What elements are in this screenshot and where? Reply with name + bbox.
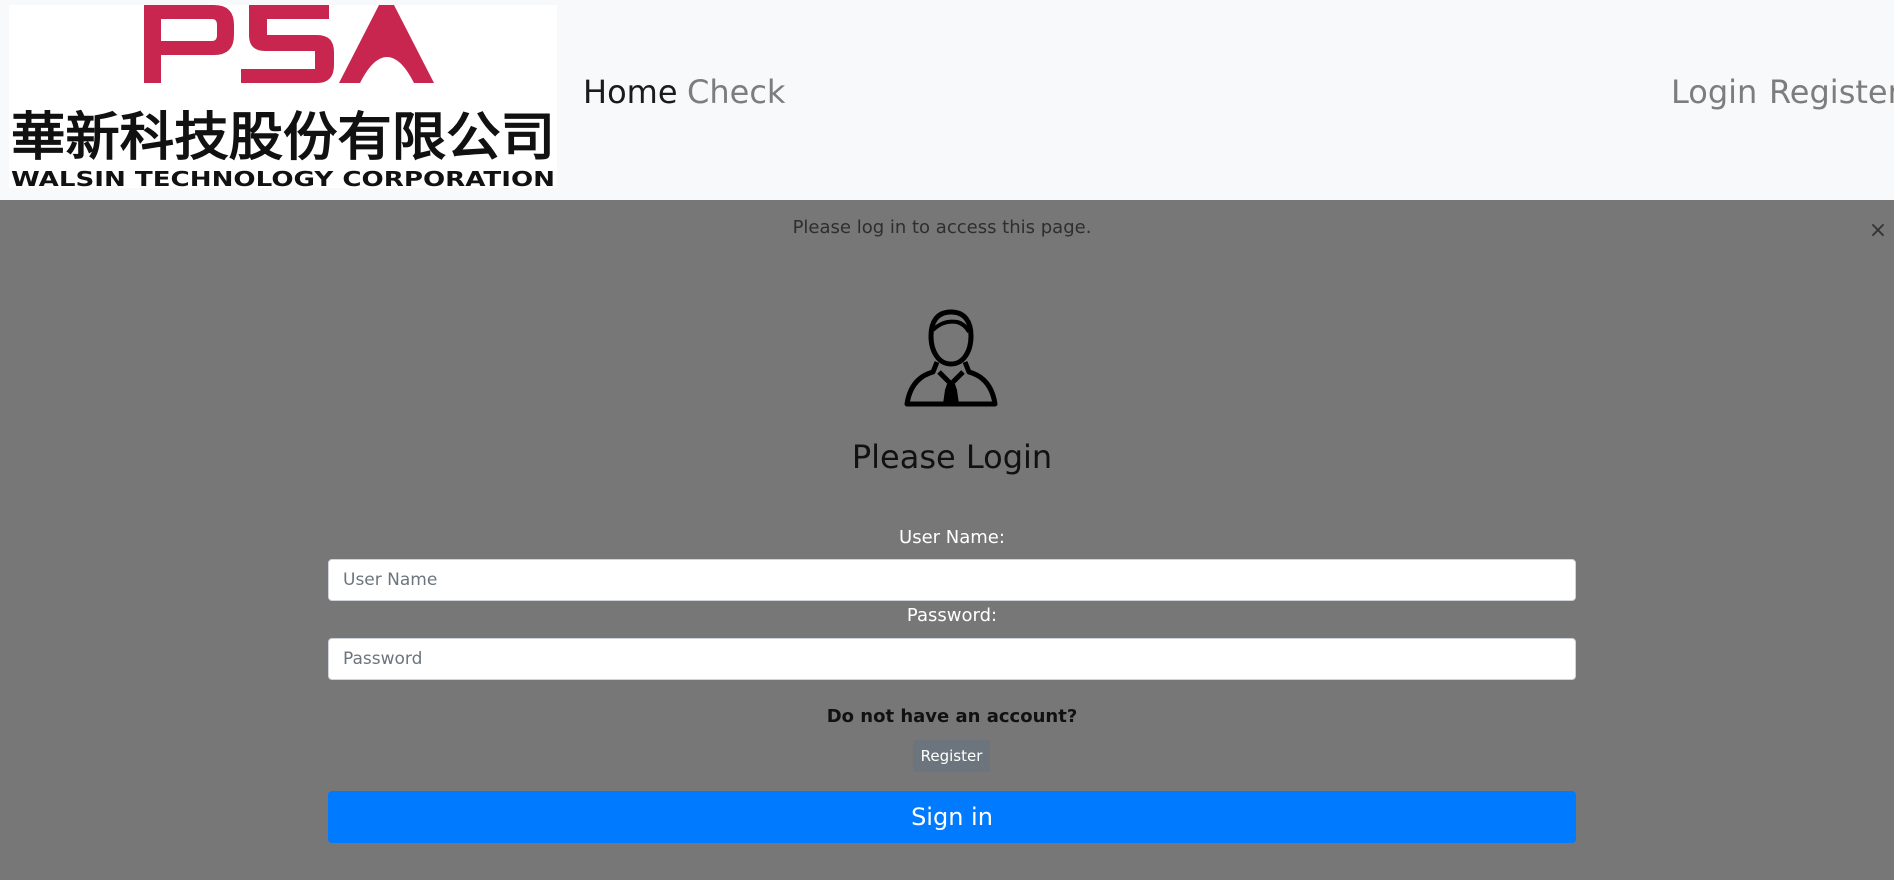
alert-message: Please log in to access this page. (792, 217, 1092, 238)
psa-logo-graphic: 華新科技股份有限公司 WALSIN TECHNOLOGY CORPORATION (11, 5, 555, 188)
nav-home-link[interactable]: Home (583, 70, 678, 114)
no-account-text: Do not have an account? (826, 706, 1078, 727)
brand-logo[interactable]: 華新科技股份有限公司 WALSIN TECHNOLOGY CORPORATION (9, 5, 557, 188)
username-label: User Name: (899, 527, 1005, 548)
password-label: Password: (906, 605, 998, 626)
logo-english-text: WALSIN TECHNOLOGY CORPORATION (11, 167, 555, 188)
user-icon (904, 309, 998, 407)
close-icon[interactable]: × (1865, 218, 1891, 244)
sign-in-button[interactable]: Sign in (328, 791, 1576, 843)
logo-chinese-text: 華新科技股份有限公司 (11, 108, 555, 168)
register-button[interactable]: Register (913, 740, 990, 772)
nav-login-link[interactable]: Login (1671, 70, 1757, 114)
page-title: Please Login (851, 438, 1053, 476)
username-input[interactable] (328, 559, 1576, 601)
password-input[interactable] (328, 638, 1576, 680)
nav-register-link[interactable]: Register (1769, 70, 1894, 114)
navbar: 華新科技股份有限公司 WALSIN TECHNOLOGY CORPORATION… (0, 0, 1894, 200)
psa-letters (144, 5, 434, 83)
main-content: Please log in to access this page. × Ple… (0, 200, 1894, 880)
nav-check-link[interactable]: Check (687, 70, 785, 114)
